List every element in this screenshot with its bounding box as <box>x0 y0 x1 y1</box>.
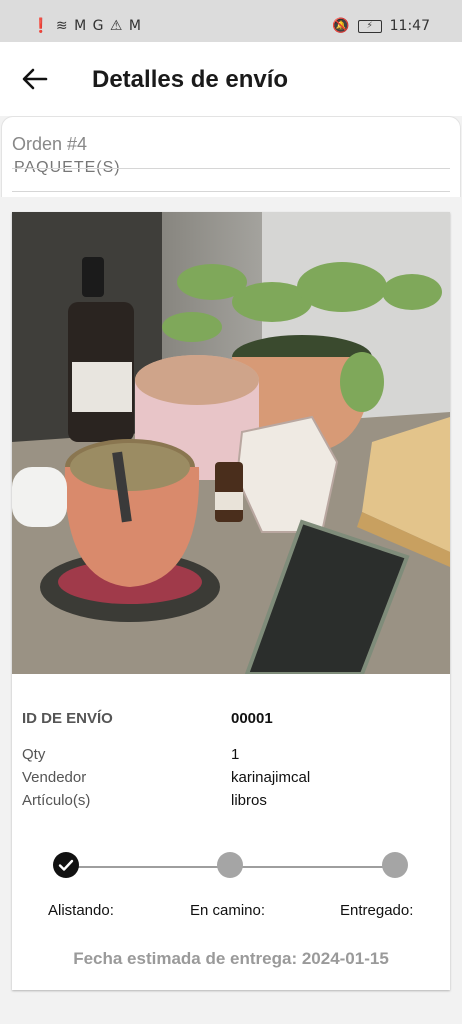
step-delivered-dot <box>382 852 408 878</box>
bottom-area <box>0 1000 462 1024</box>
shipment-tracker <box>52 852 410 882</box>
order-card: Orden #4 PAQUETE(S) <box>1 116 461 197</box>
clock: 11:47 <box>389 18 430 34</box>
step-in-transit-dot <box>217 852 243 878</box>
battery-icon: ⚡ <box>357 19 382 33</box>
divider <box>12 191 450 192</box>
package-card: ID DE ENVÍO 00001 Qty 1 Vendedor karinaj… <box>12 212 450 990</box>
app-bar: Detalles de envío <box>0 42 462 116</box>
status-bar: ❗ ≋ M G ⚠ M 🔕 ⚡ 11:47 <box>0 0 462 42</box>
seller-label: Vendedor <box>22 769 87 786</box>
items-label: Artículo(s) <box>22 792 91 809</box>
mute-icon: 🔕 <box>332 18 350 34</box>
estimated-delivery: Fecha estimada de entrega: 2024-01-15 <box>73 949 389 968</box>
qty-value: 1 <box>231 746 240 763</box>
divider <box>12 168 450 169</box>
order-title: Orden #4 <box>12 134 88 154</box>
shipment-id-value: 00001 <box>231 710 273 727</box>
step-preparing-label: Alistando: <box>48 902 114 919</box>
back-button[interactable] <box>20 64 50 94</box>
step-preparing-dot <box>53 852 79 878</box>
page-title: Detalles de envío <box>92 66 289 93</box>
shipment-id-label: ID DE ENVÍO <box>22 710 113 727</box>
status-right: 🔕 ⚡ 11:47 <box>332 18 430 34</box>
step-in-transit-label: En camino: <box>190 902 266 919</box>
arrow-left-icon <box>22 68 48 90</box>
package-photo <box>12 212 450 674</box>
qty-label: Qty <box>22 746 46 763</box>
notification-icons: ❗ ≋ M G ⚠ M <box>32 18 142 34</box>
items-value: libros <box>231 792 267 809</box>
check-icon <box>58 859 74 871</box>
step-delivered-label: Entregado: <box>340 902 414 919</box>
seller-value: karinajimcal <box>231 769 311 786</box>
